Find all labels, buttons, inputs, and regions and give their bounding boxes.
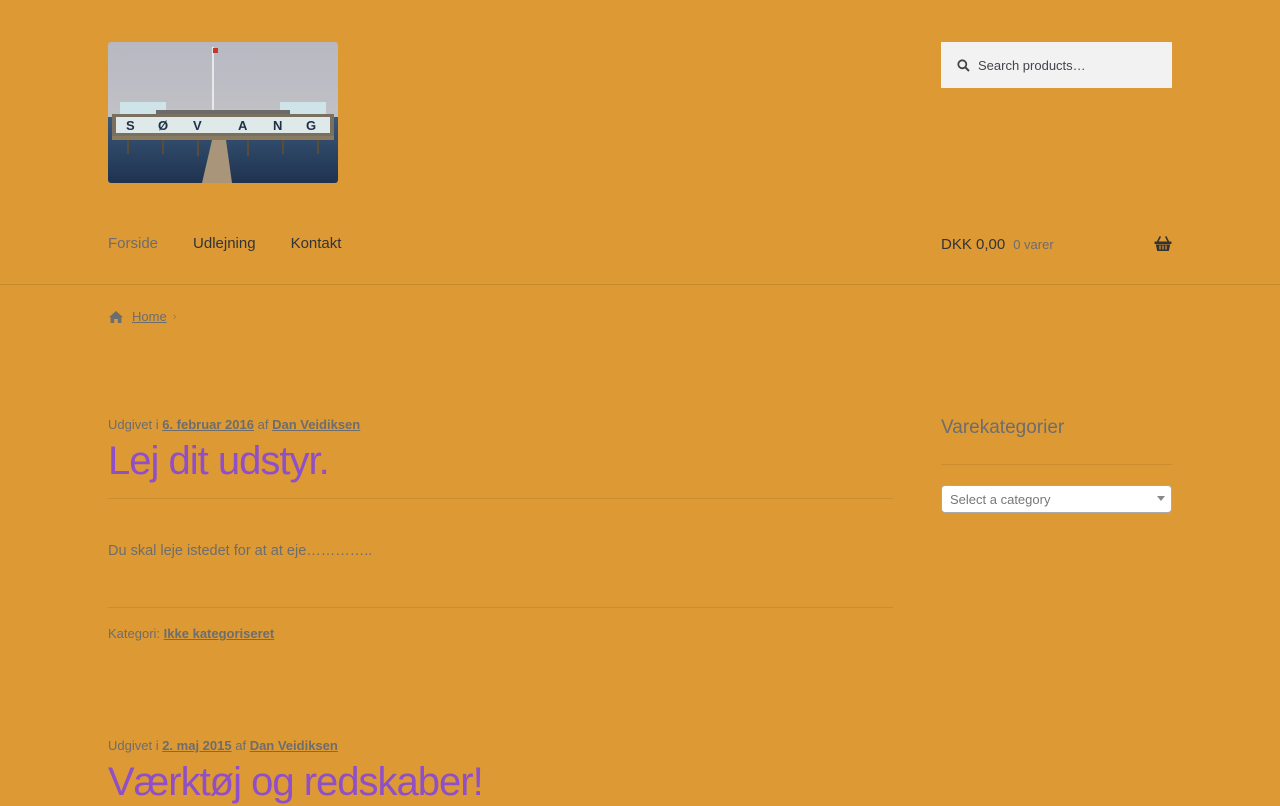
post-author-link[interactable]: Dan Veidiksen bbox=[272, 417, 360, 432]
post-meta-by: af bbox=[235, 738, 247, 753]
post-meta-by: af bbox=[257, 417, 269, 432]
post-category: Kategori: Ikke kategoriseret bbox=[108, 626, 893, 641]
post-meta: Udgivet i 6. februar 2016 af Dan Veidiks… bbox=[108, 416, 893, 434]
breadcrumb: Home › bbox=[108, 309, 176, 324]
post-title[interactable]: Værktøj og redskaber! bbox=[108, 758, 893, 806]
svg-text:Ø: Ø bbox=[158, 118, 168, 133]
chevron-down-icon bbox=[1157, 496, 1165, 501]
logo-image: S Ø V A N G bbox=[108, 42, 338, 183]
cart-count: 0 varer bbox=[1013, 236, 1054, 252]
primary-navigation: Forside Udlejning Kontakt bbox=[108, 232, 376, 256]
post-meta-prefix: Udgivet i bbox=[108, 738, 159, 753]
post-author-link[interactable]: Dan Veidiksen bbox=[250, 738, 338, 753]
post-date-link[interactable]: 2. maj 2015 bbox=[162, 738, 231, 753]
category-select-value: Select a category bbox=[950, 491, 1051, 507]
breadcrumb-separator-icon: › bbox=[172, 310, 177, 323]
post-meta-prefix: Udgivet i bbox=[108, 417, 159, 432]
post-category-link[interactable]: Ikke kategoriseret bbox=[164, 626, 275, 641]
svg-text:G: G bbox=[306, 118, 316, 133]
product-search[interactable] bbox=[941, 42, 1172, 88]
post-meta: Udgivet i 2. maj 2015 af Dan Veidiksen bbox=[108, 737, 893, 755]
search-input[interactable] bbox=[978, 57, 1158, 73]
post-category-label: Kategori: bbox=[108, 626, 161, 641]
post-title[interactable]: Lej dit udstyr. bbox=[108, 437, 893, 485]
cart-amount: DKK 0,00 bbox=[941, 235, 1006, 253]
nav-item-udlejning[interactable]: Udlejning bbox=[193, 232, 256, 256]
post-lej-dit-udstyr: Udgivet i 6. februar 2016 af Dan Veidiks… bbox=[108, 416, 893, 641]
svg-text:N: N bbox=[273, 118, 282, 133]
post-content-divider bbox=[108, 607, 893, 608]
svg-text:S: S bbox=[126, 118, 135, 133]
home-icon bbox=[108, 310, 124, 324]
post-title-divider bbox=[108, 498, 893, 499]
category-select[interactable]: Select a category bbox=[941, 485, 1172, 513]
post-content: Du skal leje istedet for at at eje………….. bbox=[108, 543, 373, 559]
site-logo[interactable]: S Ø V A N G bbox=[108, 42, 338, 183]
svg-text:V: V bbox=[193, 118, 202, 133]
search-icon bbox=[957, 58, 970, 72]
svg-text:A: A bbox=[238, 118, 248, 133]
cart-link[interactable]: DKK 0,00 0 varer bbox=[941, 232, 1172, 256]
post-date-link[interactable]: 6. februar 2016 bbox=[162, 417, 254, 432]
widget-divider bbox=[941, 464, 1172, 465]
basket-icon bbox=[1154, 236, 1172, 252]
breadcrumb-home-link[interactable]: Home bbox=[132, 309, 167, 324]
widget-title-varekategorier: Varekategorier bbox=[941, 417, 1065, 438]
site-header: S Ø V A N G Search products… Forside Udl… bbox=[0, 0, 1280, 285]
nav-item-forside[interactable]: Forside bbox=[108, 232, 158, 256]
post-vaerktoj-og-redskaber: Udgivet i 2. maj 2015 af Dan Veidiksen V… bbox=[108, 737, 893, 806]
nav-item-kontakt[interactable]: Kontakt bbox=[291, 232, 342, 256]
